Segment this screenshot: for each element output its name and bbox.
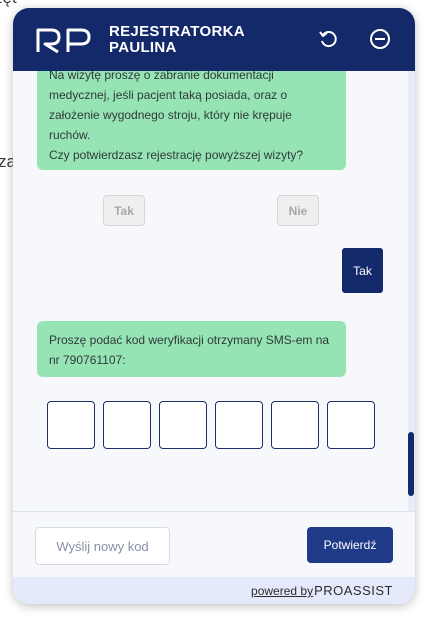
logo-icon: [36, 28, 91, 53]
assistant-title: REJESTRATORKA PAULINA: [109, 22, 245, 56]
resend-code-button[interactable]: Wyślij nowy kod: [35, 527, 170, 565]
bot-message-sms-code: Proszę podać kod weryfikacji otrzymany S…: [37, 321, 346, 377]
code-digit-2[interactable]: [103, 401, 151, 449]
refresh-icon[interactable]: [315, 26, 341, 52]
code-digit-5[interactable]: [271, 401, 319, 449]
powered-by-link[interactable]: powered by: [251, 584, 313, 598]
code-digit-1[interactable]: [47, 401, 95, 449]
confirm-button[interactable]: Potwierdź: [307, 527, 393, 563]
sms-code-inputs: [47, 401, 375, 449]
scrollbar-thumb[interactable]: [408, 432, 414, 496]
title-line-2: PAULINA: [109, 38, 177, 56]
user-reply-message: Tak: [342, 248, 383, 293]
title-line-1: REJESTRATORKA: [109, 22, 245, 40]
minimize-icon[interactable]: [367, 26, 393, 52]
background-text-top: zęt: [0, 0, 17, 8]
choice-yes-button[interactable]: Tak: [103, 195, 145, 226]
choice-no-button[interactable]: Nie: [277, 195, 319, 226]
code-digit-3[interactable]: [159, 401, 207, 449]
action-bar: Wyślij nowy kod Potwierdź: [13, 511, 415, 577]
chat-header: REJESTRATORKA PAULINA: [13, 8, 415, 71]
code-digit-6[interactable]: [327, 401, 375, 449]
chat-messages: Na wizytę proszę o zabranie dokumentacji…: [13, 71, 415, 511]
chat-widget: REJESTRATORKA PAULINA Na wizytę proszę o…: [13, 8, 415, 604]
powered-by-bar: powered by PROASSIST: [13, 577, 415, 604]
bot-message-instructions: Na wizytę proszę o zabranie dokumentacji…: [37, 71, 346, 170]
brand-name: PROASSIST: [314, 583, 393, 598]
code-digit-4[interactable]: [215, 401, 263, 449]
